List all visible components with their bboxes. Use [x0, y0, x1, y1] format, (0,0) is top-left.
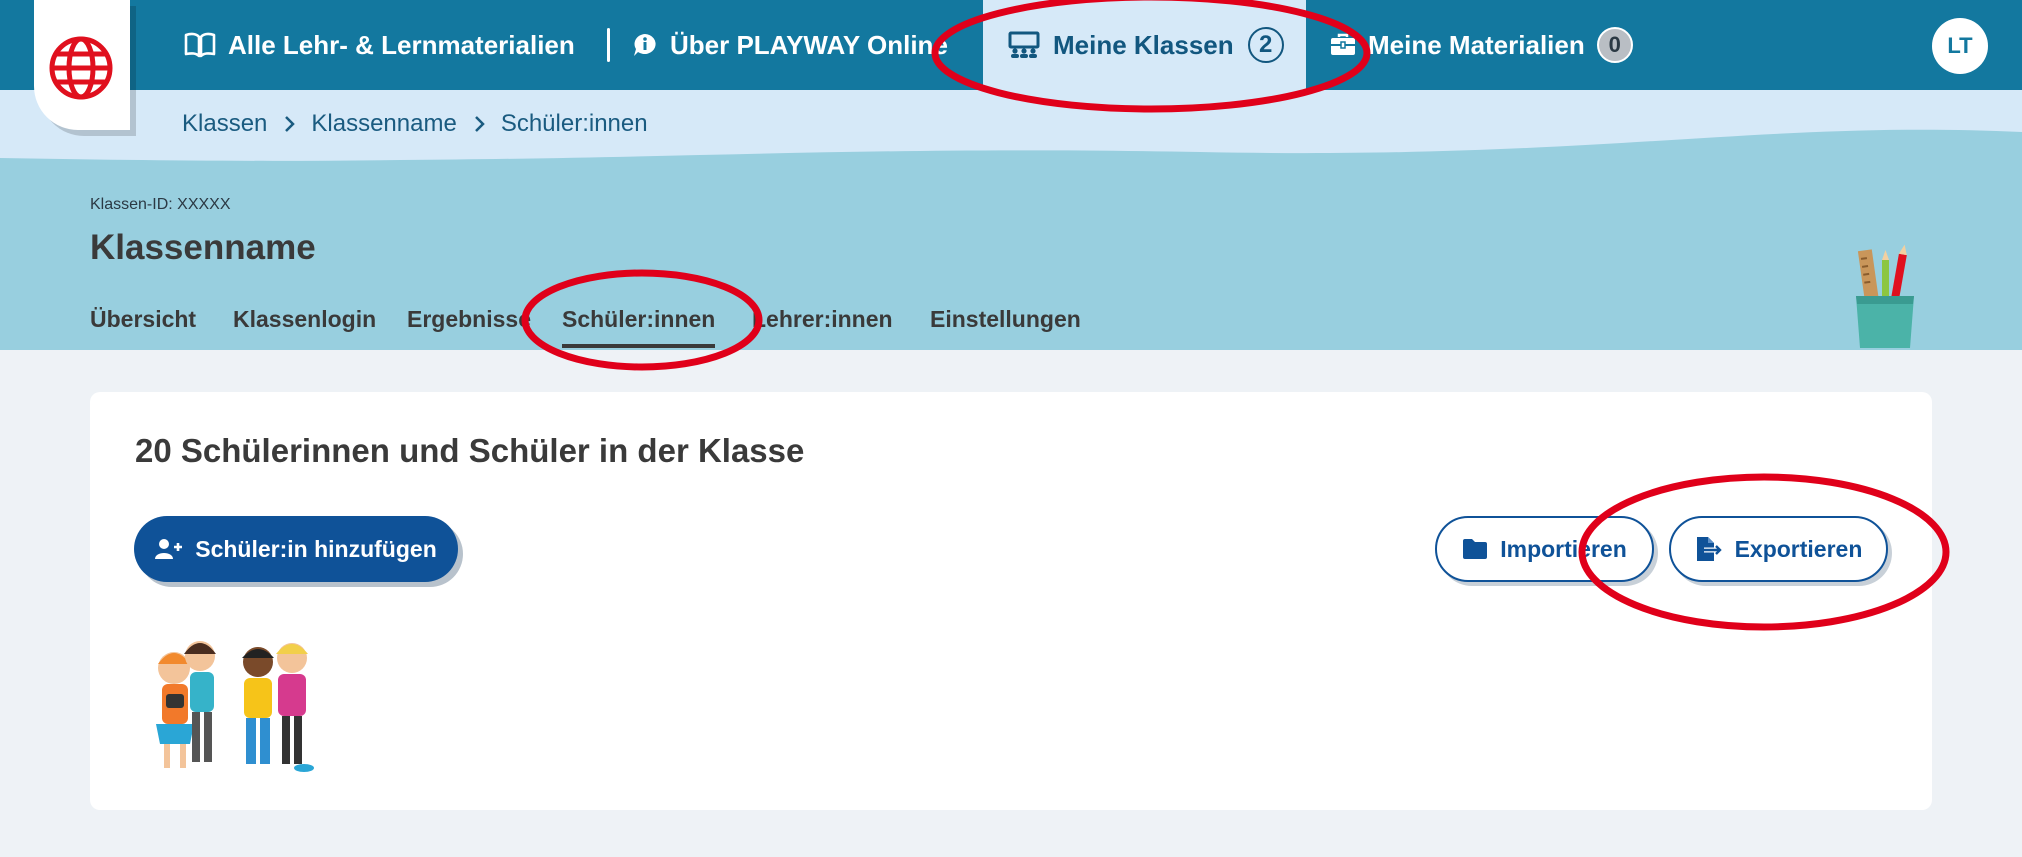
- nav-about-label: Über PLAYWAY Online: [670, 29, 948, 60]
- nav-my-materials[interactable]: Meine Materialien 0: [1330, 0, 1633, 90]
- nav-about[interactable]: Über PLAYWAY Online: [632, 0, 948, 90]
- classes-count-badge: 2: [1247, 27, 1284, 63]
- breadcrumb: Klassen Klassenname Schüler:innen: [182, 110, 648, 138]
- pencil-cup-icon: [1856, 244, 1914, 348]
- info-bubble-icon: [632, 32, 658, 58]
- import-label: Importieren: [1500, 535, 1627, 562]
- materials-count-badge: 0: [1596, 27, 1633, 63]
- students-count-heading: 20 Schülerinnen und Schüler in der Klass…: [135, 432, 805, 469]
- tab-overview[interactable]: Übersicht: [90, 306, 196, 333]
- export-label: Exportieren: [1734, 535, 1863, 562]
- tab-settings[interactable]: Einstellungen: [930, 306, 1081, 333]
- tab-students[interactable]: Schüler:innen: [562, 306, 716, 348]
- page-title: Klassenname: [90, 228, 316, 267]
- add-student-label: Schüler:in hinzufügen: [195, 535, 437, 562]
- students-illustration: [156, 641, 314, 772]
- nav-all-materials[interactable]: Alle Lehr- & Lernmaterialien: [184, 0, 575, 90]
- file-export-icon: [1695, 536, 1723, 562]
- students-card: 20 Schülerinnen und Schüler in der Klass…: [90, 392, 1932, 810]
- tab-class-login[interactable]: Klassenlogin: [233, 306, 376, 333]
- tab-teachers[interactable]: Lehrer:innen: [752, 306, 893, 333]
- import-button[interactable]: Importieren: [1435, 516, 1654, 582]
- nav-my-classes-label: Meine Klassen: [1053, 29, 1234, 60]
- nav-my-materials-label: Meine Materialien: [1368, 29, 1585, 60]
- breadcrumb-classes[interactable]: Klassen: [182, 110, 267, 138]
- classroom-icon: [1007, 31, 1041, 59]
- breadcrumb-class-name[interactable]: Klassenname: [311, 110, 456, 138]
- user-avatar[interactable]: LT: [1932, 18, 1988, 74]
- export-button[interactable]: Exportieren: [1669, 516, 1888, 582]
- nav-my-classes[interactable]: Meine Klassen 2: [983, 0, 1306, 90]
- nav-all-materials-label: Alle Lehr- & Lernmaterialien: [228, 29, 575, 60]
- class-id: Klassen-ID: XXXXX: [90, 196, 231, 213]
- globe-logo-icon: [49, 36, 113, 100]
- user-plus-icon: [155, 538, 183, 560]
- chevron-right-icon: [473, 115, 485, 133]
- briefcase-icon: [1330, 33, 1356, 57]
- top-navigation: Alle Lehr- & Lernmaterialien Über PLAYWA…: [0, 0, 2022, 90]
- breadcrumb-students: Schüler:innen: [500, 110, 648, 137]
- book-icon: [184, 32, 216, 58]
- nav-separator: [607, 28, 610, 62]
- tab-results[interactable]: Ergebnisse: [407, 306, 531, 333]
- folder-icon: [1462, 538, 1488, 560]
- home-logo[interactable]: [34, 0, 130, 130]
- chevron-right-icon: [283, 115, 296, 133]
- add-student-button[interactable]: Schüler:in hinzufügen: [134, 516, 458, 582]
